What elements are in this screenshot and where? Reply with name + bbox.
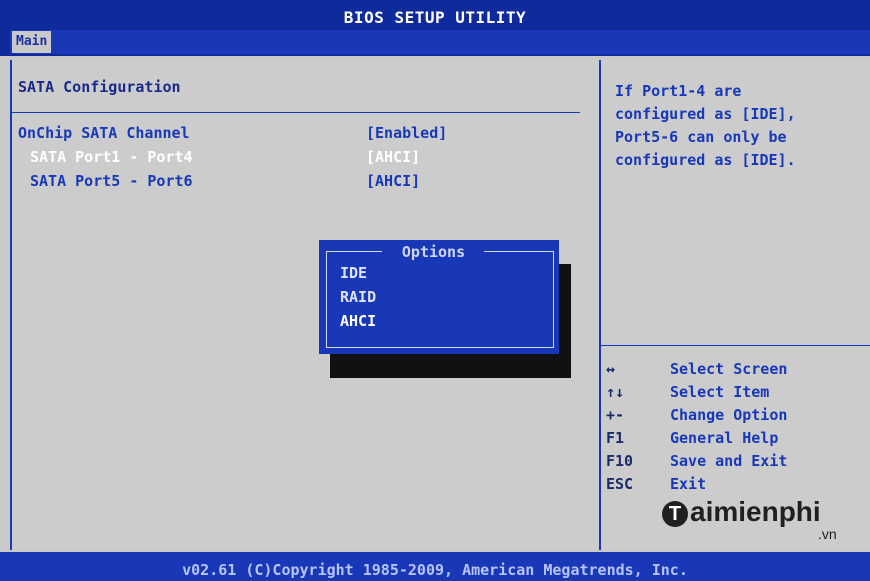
- setting-label-onchip-sata[interactable]: OnChip SATA Channel: [18, 124, 190, 142]
- key-desc: Select Item: [670, 383, 770, 401]
- setting-value-sata-port5-6[interactable]: [AHCI]: [366, 172, 420, 190]
- popup-title-line: [484, 251, 553, 252]
- help-line: Port5-6 can only be: [615, 128, 787, 146]
- logo-tld: .vn: [818, 526, 837, 542]
- key-desc: Exit: [670, 475, 707, 493]
- setting-value-onchip-sata[interactable]: [Enabled]: [366, 124, 447, 142]
- help-divider: [601, 345, 870, 346]
- key-desc: Select Screen: [670, 360, 788, 378]
- setting-value-sata-port1-4[interactable]: [AHCI]: [366, 148, 420, 166]
- section-title: SATA Configuration: [18, 78, 181, 96]
- help-line: configured as [IDE],: [615, 105, 796, 123]
- popup-title: Options: [401, 243, 466, 261]
- logo-text: aimienphi: [690, 496, 821, 527]
- up-down-arrow-icon: ↑↓: [606, 383, 625, 401]
- left-right-arrow-icon: ↔: [606, 360, 616, 378]
- window-title: BIOS SETUP UTILITY: [343, 8, 527, 27]
- popup-title-line: [326, 251, 382, 252]
- help-line: configured as [IDE].: [615, 151, 796, 169]
- key-desc: General Help: [670, 429, 779, 447]
- copyright-text: v02.61 (C)Copyright 1985-2009, American …: [182, 561, 688, 579]
- section-divider: [12, 112, 580, 113]
- option-ahci-selected[interactable]: AHCI: [340, 312, 376, 330]
- setting-label-sata-port5-6[interactable]: SATA Port5 - Port6: [30, 172, 193, 190]
- help-line: If Port1-4 are: [615, 82, 742, 100]
- tab-bar: [10, 30, 870, 54]
- option-raid[interactable]: RAID: [340, 288, 376, 306]
- setting-label-sata-port1-4[interactable]: SATA Port1 - Port4: [30, 148, 193, 166]
- key-desc: Change Option: [670, 406, 788, 424]
- logo-mark-icon: T: [662, 500, 688, 527]
- key-esc: ESC: [606, 475, 634, 493]
- key-desc: Save and Exit: [670, 452, 788, 470]
- key-f10: F10: [606, 452, 634, 470]
- left-border: [10, 60, 12, 550]
- tab-main[interactable]: Main: [12, 31, 52, 53]
- watermark-logo: Taimienphi: [662, 496, 821, 528]
- panel-divider: [599, 60, 601, 550]
- option-ide[interactable]: IDE: [340, 264, 367, 282]
- bios-screen: BIOS SETUP UTILITY Main SATA Configurati…: [0, 0, 870, 581]
- help-text: If Port1-4 are configured as [IDE], Port…: [615, 80, 855, 172]
- plus-minus-icon: +-: [606, 406, 625, 424]
- key-f1: F1: [606, 429, 625, 447]
